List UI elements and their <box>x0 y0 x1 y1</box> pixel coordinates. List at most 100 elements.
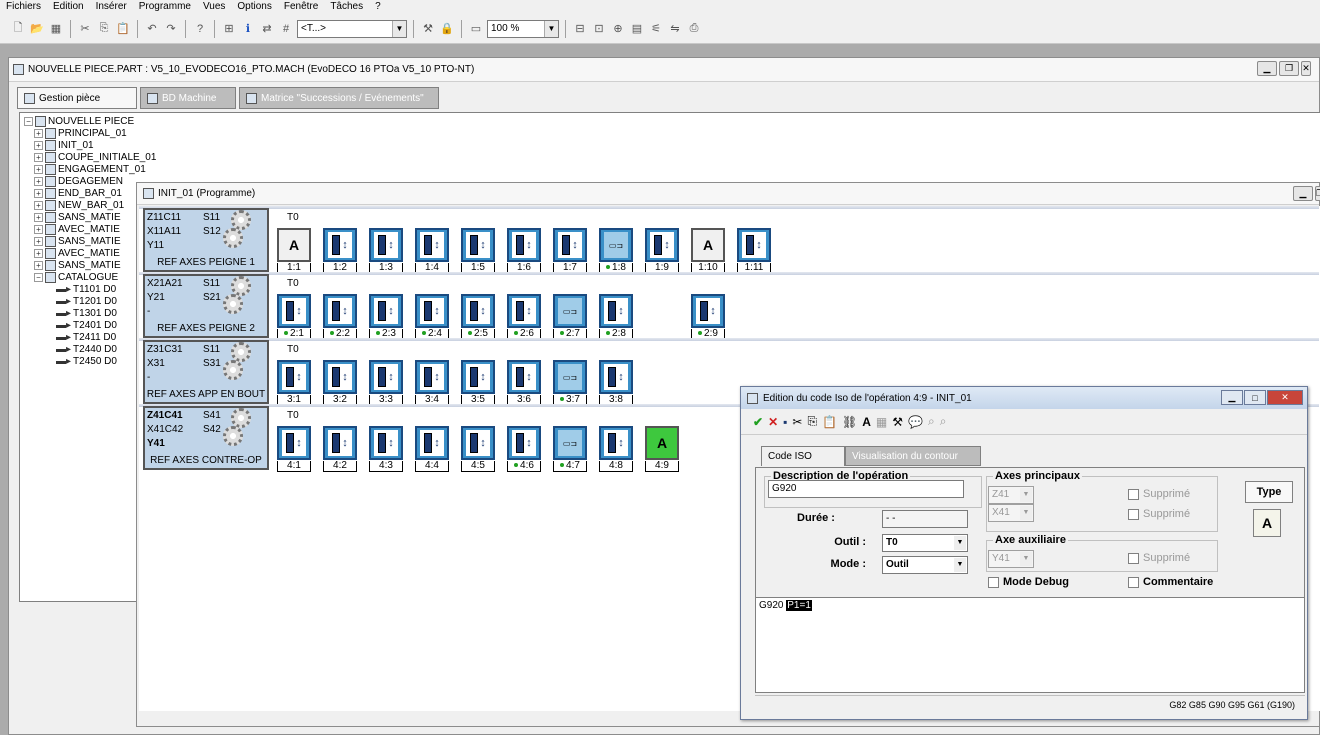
link-icon[interactable]: ⛓ <box>842 415 857 429</box>
expand-icon[interactable]: + <box>34 236 43 246</box>
hash-icon[interactable]: # <box>278 21 294 37</box>
operation-2-3[interactable]: ↕ <box>369 294 403 328</box>
operation-4-8[interactable]: ↕ <box>599 426 633 460</box>
operation-3-6[interactable]: ↕ <box>507 360 541 394</box>
zoom-combo[interactable]: 100 % ▼ <box>487 19 559 38</box>
save-icon[interactable]: ▪ <box>783 415 787 429</box>
operation-3-2[interactable]: ↕ <box>323 360 357 394</box>
copy-icon[interactable]: ⎘ <box>96 21 112 37</box>
operation-3-1[interactable]: ↕ <box>277 360 311 394</box>
help-icon[interactable]: ? <box>192 21 208 37</box>
menu-help[interactable]: ? <box>369 0 387 14</box>
operation-2-2[interactable]: ↕ <box>323 294 357 328</box>
operation-1-3[interactable]: ↕ <box>369 228 403 262</box>
expand-icon[interactable]: + <box>34 140 43 150</box>
expand-icon[interactable]: + <box>34 224 43 234</box>
lock-icon[interactable]: 🔒 <box>439 21 455 37</box>
operation-2-6[interactable]: ↕ <box>507 294 541 328</box>
operation-3-3[interactable]: ↕ <box>369 360 403 394</box>
tab-code-iso[interactable]: Code ISO <box>761 446 845 466</box>
operation-4-3[interactable]: ↕ <box>369 426 403 460</box>
tree-root[interactable]: − NOUVELLE PIECE <box>24 115 156 127</box>
operation-2-4[interactable]: ↕ <box>415 294 449 328</box>
link-icon[interactable]: ⇄ <box>259 21 275 37</box>
axis-ref-block[interactable]: Z11C11 S11 X11A11 S12 Y11 REF AXES PEIGNE 1 <box>143 208 269 272</box>
calc-icon[interactable]: ▤ <box>629 21 645 37</box>
type-button[interactable]: Type <box>1245 481 1293 503</box>
maximize-button[interactable]: □ <box>1244 390 1266 405</box>
minimize-button[interactable]: ▁ <box>1221 390 1243 405</box>
operation-2-8[interactable]: ↕ <box>599 294 633 328</box>
expand-icon[interactable]: + <box>34 152 43 162</box>
collapse-icon[interactable]: − <box>24 116 33 126</box>
axis-ref-block[interactable]: Z41C41 S41 X41C42 S42 Y41 REF AXES CONTRE-OP <box>143 406 269 470</box>
axis-ref-block[interactable]: Z31C31 S11 X31 S31 - REF AXES APP EN BOUT <box>143 340 269 404</box>
iso-code-editor[interactable]: G920 P1=1 <box>755 597 1305 693</box>
new-icon[interactable]: 🗋 <box>10 21 26 37</box>
operation-1-1[interactable]: A <box>277 228 311 262</box>
menu-edition[interactable]: Edition <box>47 0 90 14</box>
open-icon[interactable]: 📂 <box>29 21 45 37</box>
expand-icon[interactable]: + <box>34 164 43 174</box>
chevron-down-icon[interactable]: ▼ <box>954 558 966 572</box>
outil-select[interactable]: T0 ▼ <box>882 534 968 552</box>
menu-vues[interactable]: Vues <box>197 0 231 14</box>
operation-1-2[interactable]: ↕ <box>323 228 357 262</box>
operation-1-10[interactable]: A <box>691 228 725 262</box>
mode-select[interactable]: Outil ▼ <box>882 556 968 574</box>
mode-debug-checkbox[interactable]: Mode Debug <box>988 576 1069 588</box>
tools-icon[interactable]: ⚒ <box>892 415 903 429</box>
tree-icon[interactable]: ⊞ <box>221 21 237 37</box>
expand-icon[interactable]: + <box>34 212 43 222</box>
paste-icon[interactable]: 📋 <box>822 415 837 429</box>
window-icon[interactable]: ▭ <box>468 21 484 37</box>
grid-icon[interactable]: ⊟ <box>572 21 588 37</box>
table-icon[interactable]: ▦ <box>876 415 887 429</box>
operation-1-11[interactable]: ↕ <box>737 228 771 262</box>
operation-3-7[interactable]: ▭⊐ <box>553 360 587 394</box>
copy-icon[interactable]: ⎘ <box>807 414 817 429</box>
font-icon[interactable]: A <box>862 415 871 429</box>
validate-icon[interactable]: ✔ <box>753 415 763 429</box>
info-icon[interactable]: ℹ <box>240 21 256 37</box>
operation-1-9[interactable]: ↕ <box>645 228 679 262</box>
chevron-down-icon[interactable]: ▼ <box>544 20 558 37</box>
operation-3-4[interactable]: ↕ <box>415 360 449 394</box>
expand-icon[interactable]: + <box>34 260 43 270</box>
undo-icon[interactable]: ↶ <box>144 21 160 37</box>
restore-button[interactable]: ❐ <box>1315 186 1320 201</box>
operation-4-6[interactable]: ↕ <box>507 426 541 460</box>
minimize-button[interactable]: ▁ <box>1293 186 1313 201</box>
paste-icon[interactable]: 📋 <box>115 21 131 37</box>
operation-4-5[interactable]: ↕ <box>461 426 495 460</box>
menu-programme[interactable]: Programme <box>133 0 197 14</box>
tools-icon[interactable]: ⚒ <box>420 21 436 37</box>
operation-4-4[interactable]: ↕ <box>415 426 449 460</box>
axis-ref-block[interactable]: X21A21 S11 Y21 S21 - REF AXES PEIGNE 2 <box>143 274 269 338</box>
description-input[interactable]: G920 <box>768 480 964 498</box>
expand-icon[interactable]: + <box>34 128 43 138</box>
tree-item[interactable]: + INIT_01 <box>24 139 156 151</box>
operation-1-5[interactable]: ↕ <box>461 228 495 262</box>
expand-icon[interactable]: + <box>34 248 43 258</box>
operation-2-7[interactable]: ▭⊐ <box>553 294 587 328</box>
operation-2-1[interactable]: ↕ <box>277 294 311 328</box>
search-icon[interactable]: ⌕ <box>928 414 935 429</box>
expand-icon[interactable]: + <box>34 188 43 198</box>
operation-1-6[interactable]: ↕ <box>507 228 541 262</box>
cancel-icon[interactable]: ✕ <box>768 415 778 429</box>
tab-visualisation-contour[interactable]: Visualisation du contour <box>845 446 981 466</box>
chevron-down-icon[interactable]: ▼ <box>954 536 966 550</box>
minimize-button[interactable]: ▁ <box>1257 61 1277 76</box>
cut-icon[interactable]: ✂ <box>792 415 802 429</box>
menu-taches[interactable]: Tâches <box>324 0 369 14</box>
chart-icon[interactable]: ⚟ <box>648 21 664 37</box>
operation-3-8[interactable]: ↕ <box>599 360 633 394</box>
operation-4-2[interactable]: ↕ <box>323 426 357 460</box>
tree-item[interactable]: + ENGAGEMENT_01 <box>24 163 156 175</box>
expand-icon[interactable]: + <box>34 176 43 186</box>
layout-icon[interactable]: ⊡ <box>591 21 607 37</box>
globe-icon[interactable]: ⊕ <box>610 21 626 37</box>
commentaire-checkbox[interactable]: Commentaire <box>1128 576 1213 588</box>
restore-button[interactable]: ❐ <box>1279 61 1299 76</box>
